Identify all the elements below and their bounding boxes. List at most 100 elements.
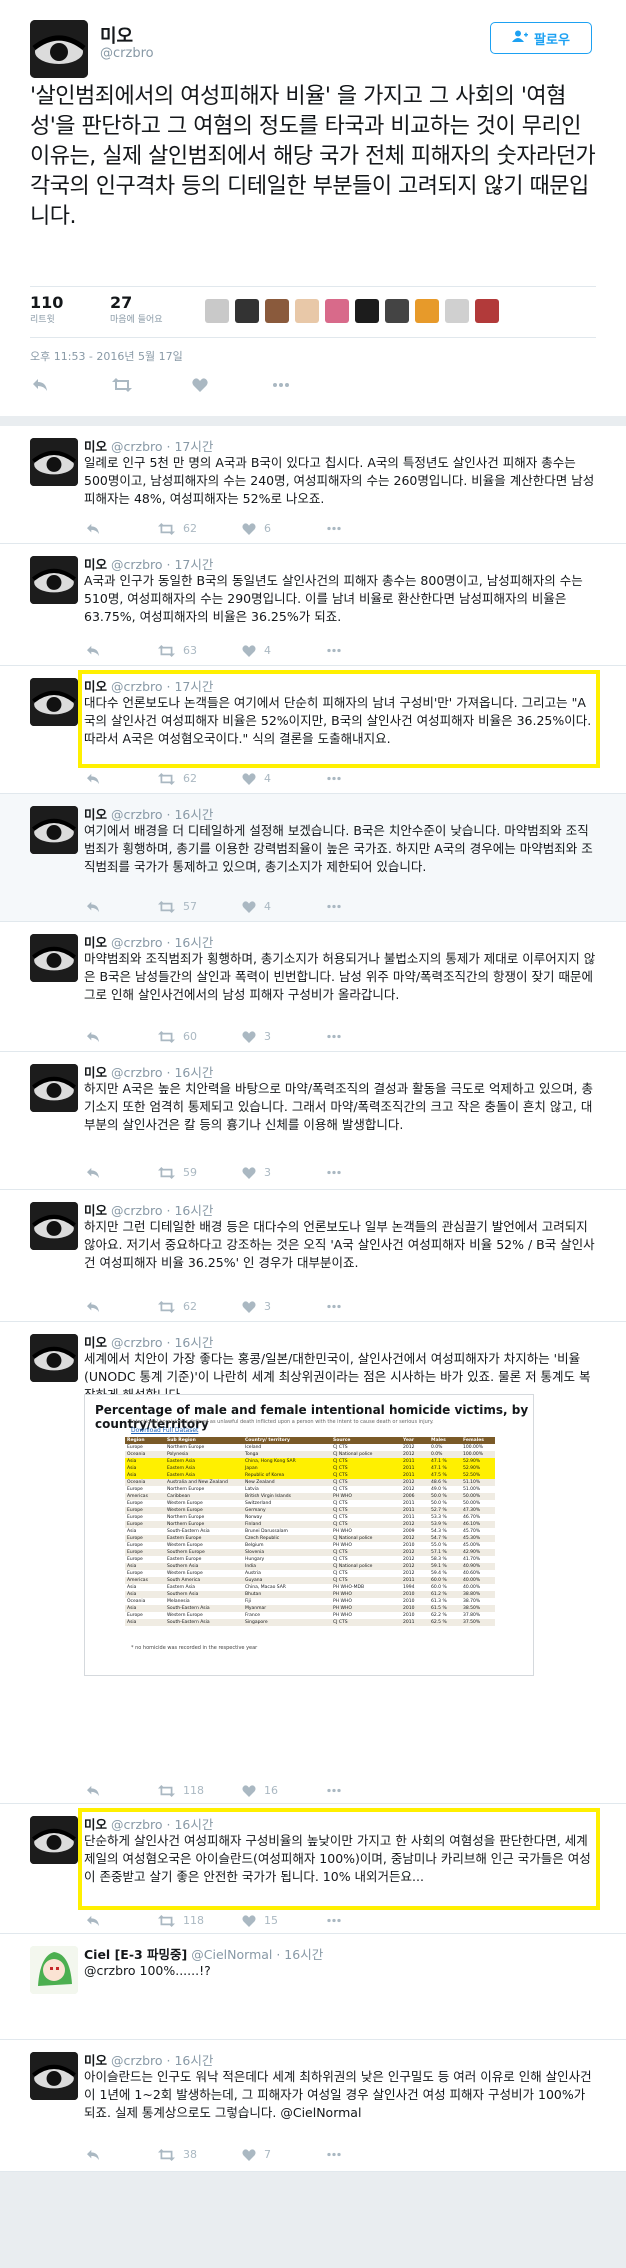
- reply-time[interactable]: · 17시간: [167, 679, 214, 694]
- retweet-button[interactable]: 60: [158, 1030, 242, 1043]
- like-button[interactable]: [192, 378, 272, 392]
- like-button[interactable]: 3: [242, 1166, 326, 1179]
- retweet-button[interactable]: 118: [158, 1914, 242, 1927]
- timestamp[interactable]: 오후 11:53 - 2016년 5월 17일: [30, 348, 183, 364]
- author-name[interactable]: 미오: [84, 1203, 107, 1218]
- reply-tweet[interactable]: 미오 @crzbro · 16시간 단순하게 살인사건 여성피해자 구성비율의 높…: [0, 1804, 626, 1934]
- like-button[interactable]: 6: [242, 522, 326, 535]
- author-handle[interactable]: @crzbro: [111, 1203, 163, 1218]
- reply-tweet[interactable]: 미오 @crzbro · 16시간 하지만 그런 디테일한 배경 등은 대다수의 …: [0, 1190, 626, 1322]
- more-button[interactable]: [326, 1304, 342, 1309]
- avatar[interactable]: [30, 556, 78, 604]
- retweet-button[interactable]: [112, 378, 192, 392]
- reply-button[interactable]: [86, 1785, 158, 1797]
- like-button[interactable]: 7: [242, 2148, 326, 2161]
- retweet-button[interactable]: 118: [158, 1784, 242, 1797]
- author-handle[interactable]: @crzbro: [111, 1817, 163, 1832]
- reply-time[interactable]: · 17시간: [167, 439, 214, 454]
- more-button[interactable]: [326, 904, 342, 909]
- retweet-count[interactable]: 110 리트윗: [30, 293, 63, 325]
- more-button[interactable]: [326, 1170, 342, 1175]
- reply-time[interactable]: · 16시간: [167, 1335, 214, 1350]
- reply-tweet[interactable]: 미오 @crzbro · 16시간 세계에서 치안이 가장 좋다는 홍콩/일본/대…: [0, 1322, 626, 1804]
- like-button[interactable]: 16: [242, 1784, 326, 1797]
- author-handle[interactable]: @crzbro: [111, 679, 163, 694]
- retweet-button[interactable]: 62: [158, 772, 242, 785]
- reply-tweet[interactable]: 미오 @crzbro · 17시간 대다수 언론보도나 논객들은 여기에서 단순히…: [0, 666, 626, 794]
- retweet-button[interactable]: 62: [158, 1300, 242, 1313]
- author-handle[interactable]: @crzbro: [100, 46, 154, 61]
- follow-button[interactable]: 팔로우: [490, 22, 592, 54]
- retweet-button[interactable]: 59: [158, 1166, 242, 1179]
- liker-avatar[interactable]: [445, 299, 469, 323]
- author-handle[interactable]: @crzbro: [111, 1065, 163, 1080]
- author-name[interactable]: 미오: [84, 439, 107, 454]
- author-handle[interactable]: @crzbro: [111, 935, 163, 950]
- like-button[interactable]: 4: [242, 900, 326, 913]
- reply-time[interactable]: · 16시간: [167, 1203, 214, 1218]
- liker-avatar[interactable]: [325, 299, 349, 323]
- avatar[interactable]: [30, 1064, 78, 1112]
- author-handle[interactable]: @crzbro: [111, 439, 163, 454]
- author-handle[interactable]: @CielNormal: [191, 1947, 272, 1962]
- like-button[interactable]: 4: [242, 644, 326, 657]
- avatar[interactable]: [30, 806, 78, 854]
- reply-time[interactable]: · 16시간: [167, 935, 214, 950]
- liker-avatar[interactable]: [475, 299, 499, 323]
- reply-button[interactable]: [86, 645, 158, 657]
- more-button[interactable]: [326, 526, 342, 531]
- avatar[interactable]: [30, 1946, 78, 1994]
- reply-time[interactable]: · 16시간: [276, 1947, 323, 1962]
- author-name[interactable]: 미오: [84, 1065, 107, 1080]
- reply-time[interactable]: · 16시간: [167, 2053, 214, 2068]
- author-name[interactable]: 미오: [84, 1817, 107, 1832]
- reply-button[interactable]: [86, 1031, 158, 1043]
- more-button[interactable]: [326, 2152, 342, 2157]
- attached-table-image[interactable]: Percentage of male and female intentiona…: [84, 1394, 534, 1676]
- author-handle[interactable]: @crzbro: [111, 2053, 163, 2068]
- liker-avatar[interactable]: [235, 299, 259, 323]
- author-name[interactable]: 미오: [84, 935, 107, 950]
- author-name[interactable]: 미오: [84, 2053, 107, 2068]
- more-button[interactable]: [326, 648, 342, 653]
- like-button[interactable]: 15: [242, 1914, 326, 1927]
- like-button[interactable]: 3: [242, 1030, 326, 1043]
- like-button[interactable]: 4: [242, 772, 326, 785]
- retweet-button[interactable]: 57: [158, 900, 242, 913]
- author-name[interactable]: 미오: [84, 679, 107, 694]
- author-name[interactable]: 미오: [84, 807, 107, 822]
- like-count[interactable]: 27 마음에 들어요: [110, 293, 163, 325]
- liker-avatar[interactable]: [415, 299, 439, 323]
- reply-tweet[interactable]: Ciel [E-3 파밍중] @CielNormal · 16시간 @crzbro…: [0, 1934, 626, 2040]
- more-button[interactable]: [326, 776, 342, 781]
- liker-avatar[interactable]: [355, 299, 379, 323]
- author-name[interactable]: 미오: [100, 22, 133, 48]
- reply-time[interactable]: · 17시간: [167, 557, 214, 572]
- more-button[interactable]: [326, 1788, 342, 1793]
- more-button[interactable]: [326, 1034, 342, 1039]
- author-name[interactable]: 미오: [84, 1335, 107, 1350]
- avatar[interactable]: [30, 1202, 78, 1250]
- reply-button[interactable]: [86, 901, 158, 913]
- author-name[interactable]: Ciel [E-3 파밍중]: [84, 1947, 187, 1962]
- like-button[interactable]: 3: [242, 1300, 326, 1313]
- reply-tweet[interactable]: 미오 @crzbro · 16시간 하지만 A국은 높은 치안력을 바탕으로 마약…: [0, 1052, 626, 1190]
- reply-button[interactable]: [86, 1301, 158, 1313]
- reply-button[interactable]: [86, 2149, 158, 2161]
- avatar[interactable]: [30, 438, 78, 486]
- reply-tweet[interactable]: 미오 @crzbro · 16시간 아이슬란드는 인구도 워낙 적은데다 세계 최…: [0, 2040, 626, 2172]
- avatar[interactable]: [30, 2052, 78, 2100]
- reply-button[interactable]: [86, 523, 158, 535]
- retweet-button[interactable]: 38: [158, 2148, 242, 2161]
- avatar[interactable]: [30, 678, 78, 726]
- more-button[interactable]: [272, 382, 290, 388]
- author-handle[interactable]: @crzbro: [111, 557, 163, 572]
- retweet-button[interactable]: 63: [158, 644, 242, 657]
- avatar[interactable]: [30, 20, 88, 78]
- more-button[interactable]: [326, 1918, 342, 1923]
- liker-avatar[interactable]: [265, 299, 289, 323]
- author-name[interactable]: 미오: [84, 557, 107, 572]
- reply-time[interactable]: · 16시간: [167, 807, 214, 822]
- author-handle[interactable]: @crzbro: [111, 807, 163, 822]
- liker-avatar[interactable]: [295, 299, 319, 323]
